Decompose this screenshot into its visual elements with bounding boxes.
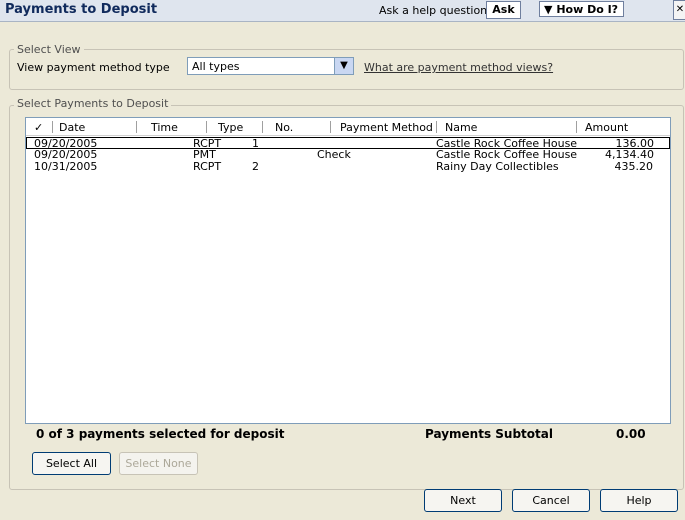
help-question-label: Ask a help question bbox=[379, 4, 488, 17]
payments-list: ✓ Date Time Type No. Payment Method Name… bbox=[25, 117, 671, 424]
check-column-header[interactable]: ✓ bbox=[34, 121, 43, 134]
payments-to-deposit-window: Payments to Deposit Ask a help question … bbox=[0, 0, 685, 520]
window-title: Payments to Deposit bbox=[5, 2, 158, 17]
amount-column-header[interactable]: Amount bbox=[585, 121, 628, 134]
select-view-legend: Select View bbox=[14, 43, 84, 56]
how-do-i-button[interactable]: ▼ How Do I? bbox=[539, 1, 624, 17]
ask-button[interactable]: Ask bbox=[486, 1, 521, 19]
dropdown-arrow-icon: ▼ bbox=[544, 3, 553, 16]
column-separator bbox=[136, 121, 137, 133]
row-type: RCPT bbox=[193, 160, 222, 173]
cancel-button[interactable]: Cancel bbox=[512, 489, 590, 512]
how-do-i-label: How Do I? bbox=[556, 3, 619, 16]
type-column-header[interactable]: Type bbox=[218, 121, 243, 134]
help-button[interactable]: Help bbox=[600, 489, 678, 512]
payment-method-views-link[interactable]: What are payment method views? bbox=[364, 61, 553, 74]
number-column-header[interactable]: No. bbox=[275, 121, 293, 134]
column-separator bbox=[330, 121, 331, 133]
payment-method-column-header[interactable]: Payment Method bbox=[340, 121, 433, 134]
deposit-summary-bar: 0 of 3 payments selected for deposit Pay… bbox=[26, 422, 670, 446]
row-date: 10/31/2005 bbox=[34, 160, 98, 173]
payment-row[interactable]: 09/20/2005 PMT Check Castle Rock Coffee … bbox=[26, 148, 670, 161]
close-icon[interactable]: ✕ bbox=[673, 0, 685, 20]
next-button[interactable]: Next bbox=[424, 489, 502, 512]
column-separator bbox=[206, 121, 207, 133]
column-separator bbox=[436, 121, 437, 133]
payment-method-type-select[interactable]: All types ▼ bbox=[187, 57, 354, 75]
title-bar: Payments to Deposit Ask a help question … bbox=[0, 0, 685, 22]
select-payments-legend: Select Payments to Deposit bbox=[14, 97, 172, 110]
time-column-header[interactable]: Time bbox=[151, 121, 178, 134]
date-column-header[interactable]: Date bbox=[59, 121, 85, 134]
column-separator bbox=[576, 121, 577, 133]
row-number: 2 bbox=[252, 160, 259, 173]
select-none-button[interactable]: Select None bbox=[119, 452, 198, 475]
subtotal-label: Payments Subtotal bbox=[425, 427, 553, 441]
name-column-header[interactable]: Name bbox=[445, 121, 477, 134]
select-value: All types bbox=[192, 60, 240, 73]
column-separator bbox=[52, 121, 53, 133]
selected-count-text: 0 of 3 payments selected for deposit bbox=[36, 427, 285, 441]
row-method: Check bbox=[317, 148, 351, 161]
row-amount: 435.20 bbox=[614, 160, 654, 173]
list-header: ✓ Date Time Type No. Payment Method Name… bbox=[26, 118, 670, 136]
column-separator bbox=[262, 121, 263, 133]
select-all-button[interactable]: Select All bbox=[32, 452, 111, 475]
view-method-label: View payment method type bbox=[17, 61, 170, 74]
row-name: Rainy Day Collectibles bbox=[436, 160, 559, 173]
chevron-down-icon[interactable]: ▼ bbox=[334, 58, 353, 74]
subtotal-value: 0.00 bbox=[616, 427, 646, 441]
payment-row[interactable]: 10/31/2005 RCPT 2 Rainy Day Collectibles… bbox=[26, 160, 670, 173]
